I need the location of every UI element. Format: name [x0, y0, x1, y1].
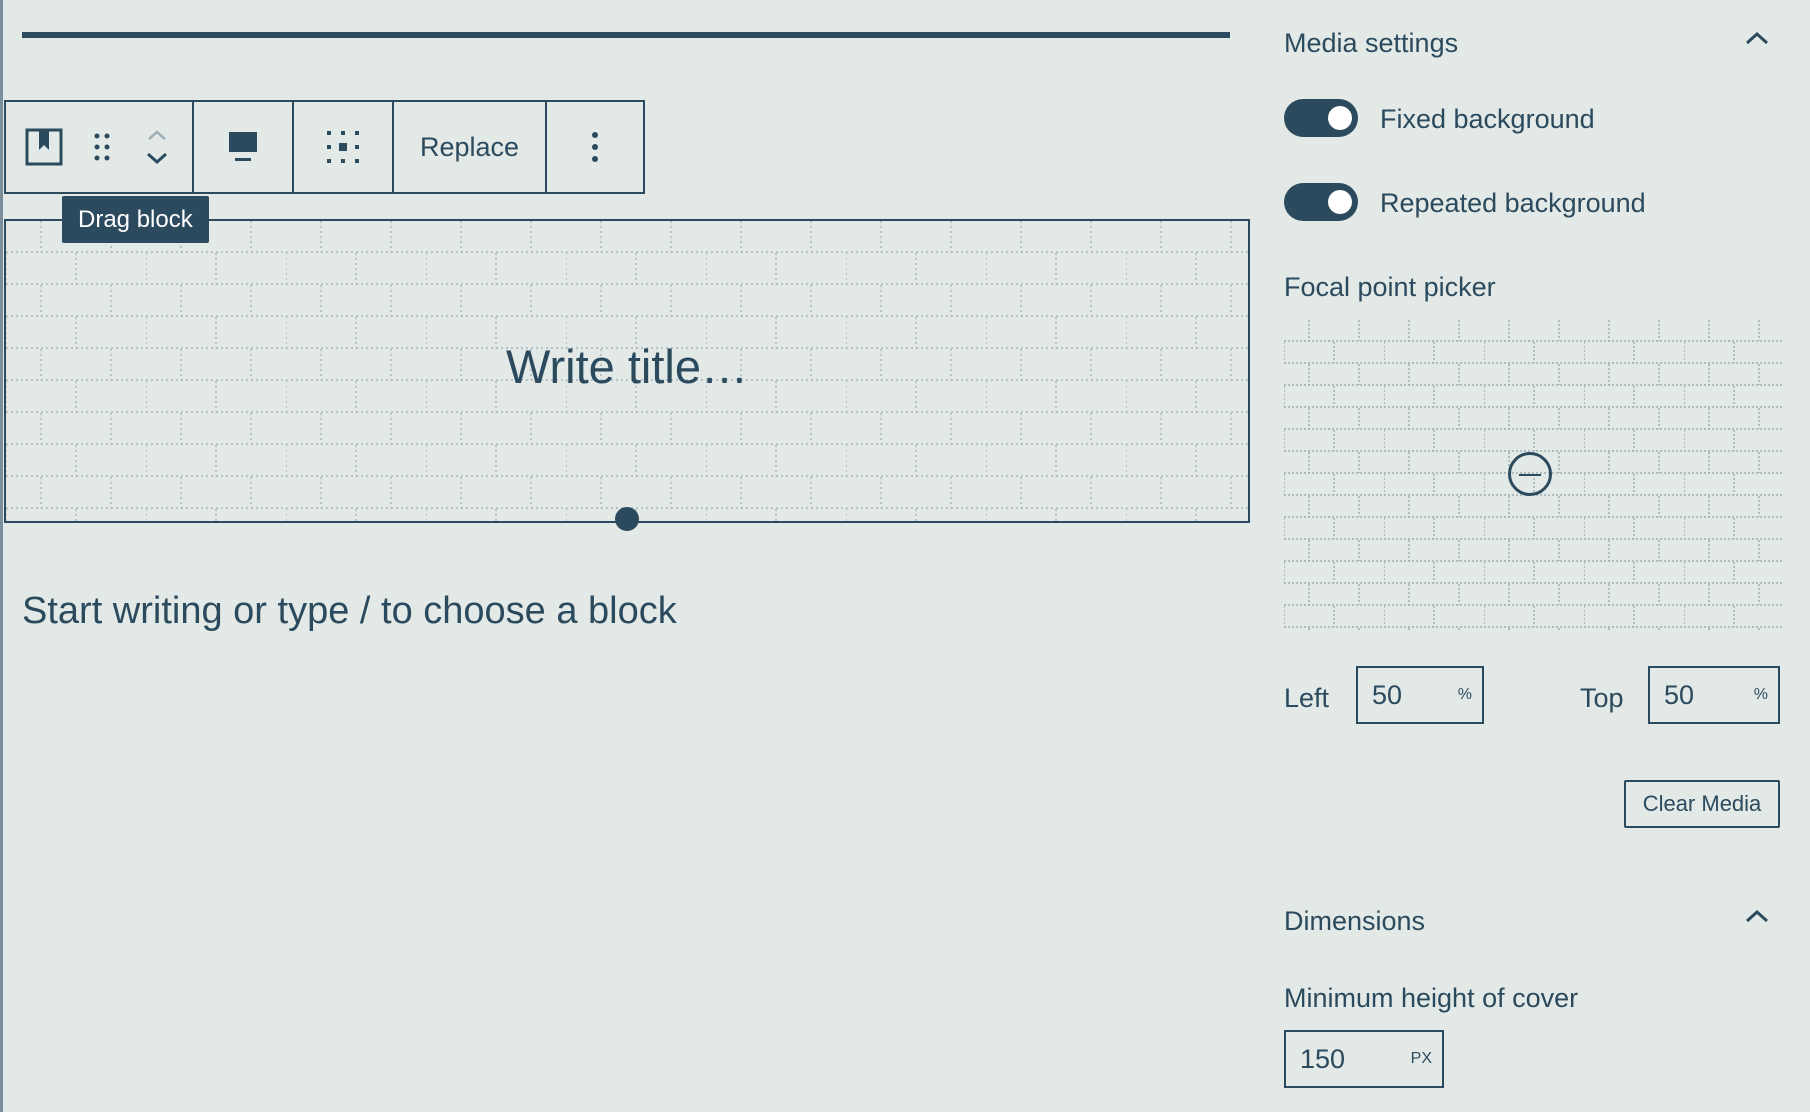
focal-left-input[interactable]: 50 % — [1356, 666, 1484, 724]
focal-top-unit: % — [1753, 686, 1768, 703]
block-toolbar: Replace — [4, 100, 646, 194]
min-height-unit: PX — [1410, 1050, 1432, 1067]
repeated-background-label: Repeated background — [1380, 188, 1646, 218]
cover-title-placeholder[interactable]: Write title… — [6, 339, 1248, 394]
drag-block-tooltip: Drag block — [62, 196, 209, 243]
chevron-up-icon[interactable] — [1744, 908, 1770, 924]
move-buttons — [122, 102, 192, 192]
drag-handle-button[interactable] — [82, 102, 122, 192]
media-settings-title[interactable]: Media settings — [1284, 28, 1458, 59]
toolbar-group-align — [194, 102, 294, 192]
toolbar-group-block — [6, 102, 194, 192]
fixed-background-label: Fixed background — [1380, 104, 1595, 134]
toolbar-group-position — [294, 102, 394, 192]
separator-block[interactable] — [22, 32, 1230, 38]
block-type-button[interactable] — [6, 102, 82, 192]
more-options-icon — [592, 132, 599, 162]
top-label: Top — [1580, 683, 1624, 713]
min-height-value: 150 — [1300, 1043, 1346, 1074]
more-options-button[interactable] — [547, 102, 643, 192]
chevron-down-icon[interactable] — [145, 151, 169, 165]
editor-left-border — [0, 0, 3, 1112]
focal-point-handle[interactable] — [1508, 452, 1552, 496]
drag-handle-icon — [94, 133, 110, 161]
cover-block-icon — [25, 128, 63, 166]
cover-resize-handle[interactable] — [615, 507, 639, 531]
block-appender-placeholder[interactable]: Start writing or type / to choose a bloc… — [22, 590, 677, 633]
cover-block[interactable]: Write title… — [4, 219, 1250, 523]
content-position-button[interactable] — [294, 102, 392, 192]
chevron-up-icon[interactable] — [1744, 30, 1770, 46]
min-height-label: Minimum height of cover — [1284, 983, 1579, 1013]
align-button[interactable] — [194, 102, 292, 192]
toolbar-group-replace: Replace — [394, 102, 548, 192]
focal-left-unit: % — [1457, 686, 1472, 703]
focal-top-input[interactable]: 50 % — [1648, 666, 1780, 724]
fixed-background-toggle[interactable] — [1284, 99, 1358, 137]
replace-button[interactable]: Replace — [394, 102, 545, 192]
chevron-up-icon[interactable] — [145, 129, 169, 141]
repeated-background-toggle[interactable] — [1284, 183, 1358, 221]
left-label: Left — [1284, 683, 1330, 713]
align-full-icon — [229, 132, 257, 161]
focal-left-value: 50 — [1372, 679, 1403, 710]
content-position-icon — [327, 131, 359, 163]
clear-media-button[interactable]: Clear Media — [1624, 780, 1780, 828]
toolbar-group-more — [547, 102, 643, 192]
min-height-input[interactable]: 150 PX — [1284, 1030, 1444, 1088]
focal-point-picker-label: Focal point picker — [1284, 272, 1496, 302]
dimensions-title[interactable]: Dimensions — [1284, 906, 1425, 937]
focal-top-value: 50 — [1664, 679, 1695, 710]
